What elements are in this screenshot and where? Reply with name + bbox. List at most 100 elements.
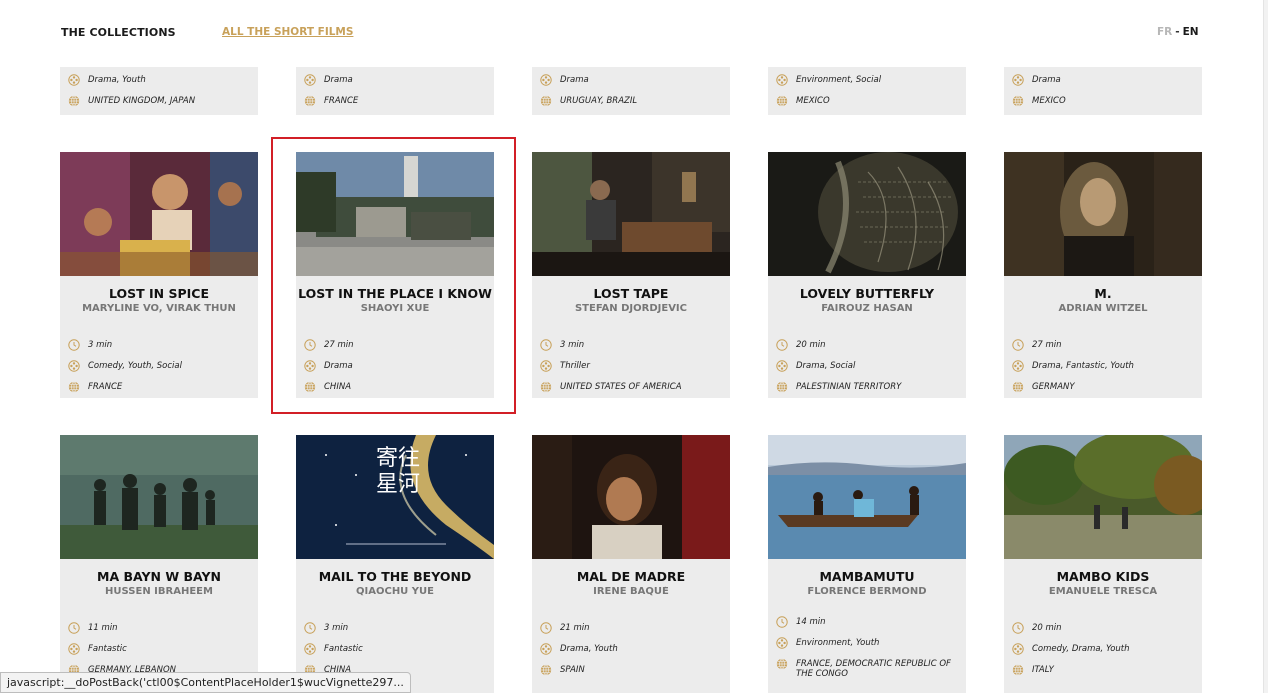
collections-heading[interactable]: THE COLLECTIONS [61,26,176,39]
film-genre: Drama [1032,75,1061,85]
film-title: MA BAYN W BAYN [97,569,221,584]
page-scrollbar[interactable] [1263,0,1268,693]
globe-icon [540,95,552,107]
country-row: ITALY [1012,665,1194,686]
top-navigation: THE COLLECTIONS ALL THE SHORT FILMS FR - E… [0,0,1268,60]
duration-row: 3 min [304,623,486,644]
film-country: MEXICO [1032,96,1066,106]
film-genre: Drama, Youth [88,75,146,85]
film-genre: Drama [560,75,589,85]
film-thumbnail[interactable] [768,435,966,559]
clock-icon [540,622,552,634]
country-row: GERMANY [1012,382,1194,403]
film-card[interactable]: Drama, Youth UNITED KINGDOM, JAPAN [60,67,258,115]
duration-row: 3 min [68,340,250,361]
film-thumbnail[interactable] [768,152,966,276]
film-card-m[interactable]: M. ADRIAN WITZEL 27 min Drama, Fantastic… [1004,152,1202,398]
film-title: LOST TAPE [593,286,669,301]
film-country: UNITED STATES OF AMERICA [560,382,682,392]
film-card[interactable]: Drama FRANCE [296,67,494,115]
film-country: PALESTINIAN TERRITORY [796,382,902,392]
globe-icon [68,381,80,393]
film-director: FLORENCE BERMOND [807,586,927,597]
duration-row: 20 min [1012,623,1194,644]
language-fr-link[interactable]: FR [1157,26,1172,38]
language-switcher: FR - EN [1157,26,1199,38]
genre-row: Environment, Youth [776,638,958,659]
film-card-lost-in-spice[interactable]: LOST IN SPICE MARYLINE VO, VIRAK THUN 3 … [60,152,258,398]
globe-icon [776,95,788,107]
film-country: FRANCE, DEMOCRATIC REPUBLIC OF THE CONGO [796,659,951,679]
globe-icon [540,664,552,676]
globe-icon [68,95,80,107]
film-card-ma-bayn-w-bayn[interactable]: MA BAYN W BAYN HUSSEN IBRAHEEM 11 min Fa… [60,435,258,693]
film-reel-icon [1012,74,1024,86]
duration-row: 14 min [776,617,958,638]
film-title: LOST IN SPICE [108,286,210,301]
film-thumbnail[interactable] [60,152,258,276]
film-genre: Comedy, Youth, Social [88,361,182,371]
film-country: FRANCE [324,96,359,106]
film-card[interactable]: Environment, Social MEXICO [768,67,966,115]
film-card[interactable]: Drama MEXICO [1004,67,1202,115]
film-genre: Environment, Social [796,75,882,85]
country-row: FRANCE [68,382,250,403]
genre-row: Drama [304,75,486,96]
film-card-lovely-butterfly[interactable]: LOVELY BUTTERFLY FAIROUZ HASAN 20 min Dr… [768,152,966,398]
film-genre: Comedy, Drama, Youth [1032,644,1130,654]
film-director: STEFAN DJORDJEVIC [574,303,687,314]
film-card-mambamutu[interactable]: MAMBAMUTU FLORENCE BERMOND 14 min Enviro… [768,435,966,693]
film-thumbnail[interactable] [532,152,730,276]
film-director: FAIROUZ HASAN [821,303,913,314]
film-thumbnail[interactable] [1004,435,1202,559]
film-country: URUGUAY, BRAZIL [560,96,638,106]
genre-row: Comedy, Drama, Youth [1012,644,1194,665]
globe-icon [304,95,316,107]
film-reel-icon [68,74,80,86]
film-reel-icon [1012,360,1024,372]
film-thumbnail[interactable] [1004,152,1202,276]
film-duration: 20 min [1032,623,1062,633]
film-title: MAL DE MADRE [576,569,686,584]
country-row: MEXICO [1012,96,1194,117]
film-director: QIAOCHU YUE [356,586,434,597]
film-card[interactable]: Drama URUGUAY, BRAZIL [532,67,730,115]
clock-icon [776,339,788,351]
all-short-films-link[interactable]: ALL THE SHORT FILMS [222,26,353,38]
film-title: MAMBAMUTU [819,569,915,584]
film-card-mambo-kids[interactable]: MAMBO KIDS EMANUELE TRESCA 20 min Comedy… [1004,435,1202,693]
film-thumbnail[interactable] [532,435,730,559]
film-reel-icon [776,360,788,372]
genre-row: Drama [1012,75,1194,96]
film-card-lost-tape[interactable]: LOST TAPE STEFAN DJORDJEVIC 3 min Thrill… [532,152,730,398]
film-title: MAIL TO THE BEYOND [318,569,472,584]
country-row: FRANCE, DEMOCRATIC REPUBLIC OF THE CONGO [776,659,958,685]
language-en-link[interactable]: EN [1183,26,1199,38]
duration-row: 11 min [68,623,250,644]
globe-icon [1012,664,1024,676]
film-reel-icon [776,637,788,649]
selection-highlight-box [271,137,516,414]
film-duration: 3 min [88,340,113,350]
genre-row: Drama [540,75,722,96]
film-card-mail-to-the-beyond[interactable]: 寄往 星河 MAIL TO THE BEYOND QIAOCHU YUE 3 m… [296,435,494,693]
film-thumbnail[interactable] [60,435,258,559]
genre-row: Thriller [540,361,722,382]
film-director: MARYLINE VO, VIRAK THUN [82,303,236,314]
genre-row: Fantastic [304,644,486,665]
globe-icon [776,381,788,393]
country-row: FRANCE [304,96,486,117]
film-genre: Drama, Fantastic, Youth [1032,361,1134,371]
genre-row: Environment, Social [776,75,958,96]
film-country: FRANCE [88,382,123,392]
film-duration: 3 min [324,623,349,633]
duration-row: 20 min [776,340,958,361]
film-genre: Fantastic [88,644,127,654]
duration-row: 21 min [540,623,722,644]
film-card-mal-de-madre[interactable]: MAL DE MADRE IRENE BAQUÉ 21 min Drama, Y… [532,435,730,693]
film-reel-icon [540,643,552,655]
film-reel-icon [1012,643,1024,655]
film-director: EMANUELE TRESCA [1048,586,1158,597]
film-genre: Fantastic [324,644,363,654]
film-thumbnail[interactable]: 寄往 星河 [296,435,494,559]
